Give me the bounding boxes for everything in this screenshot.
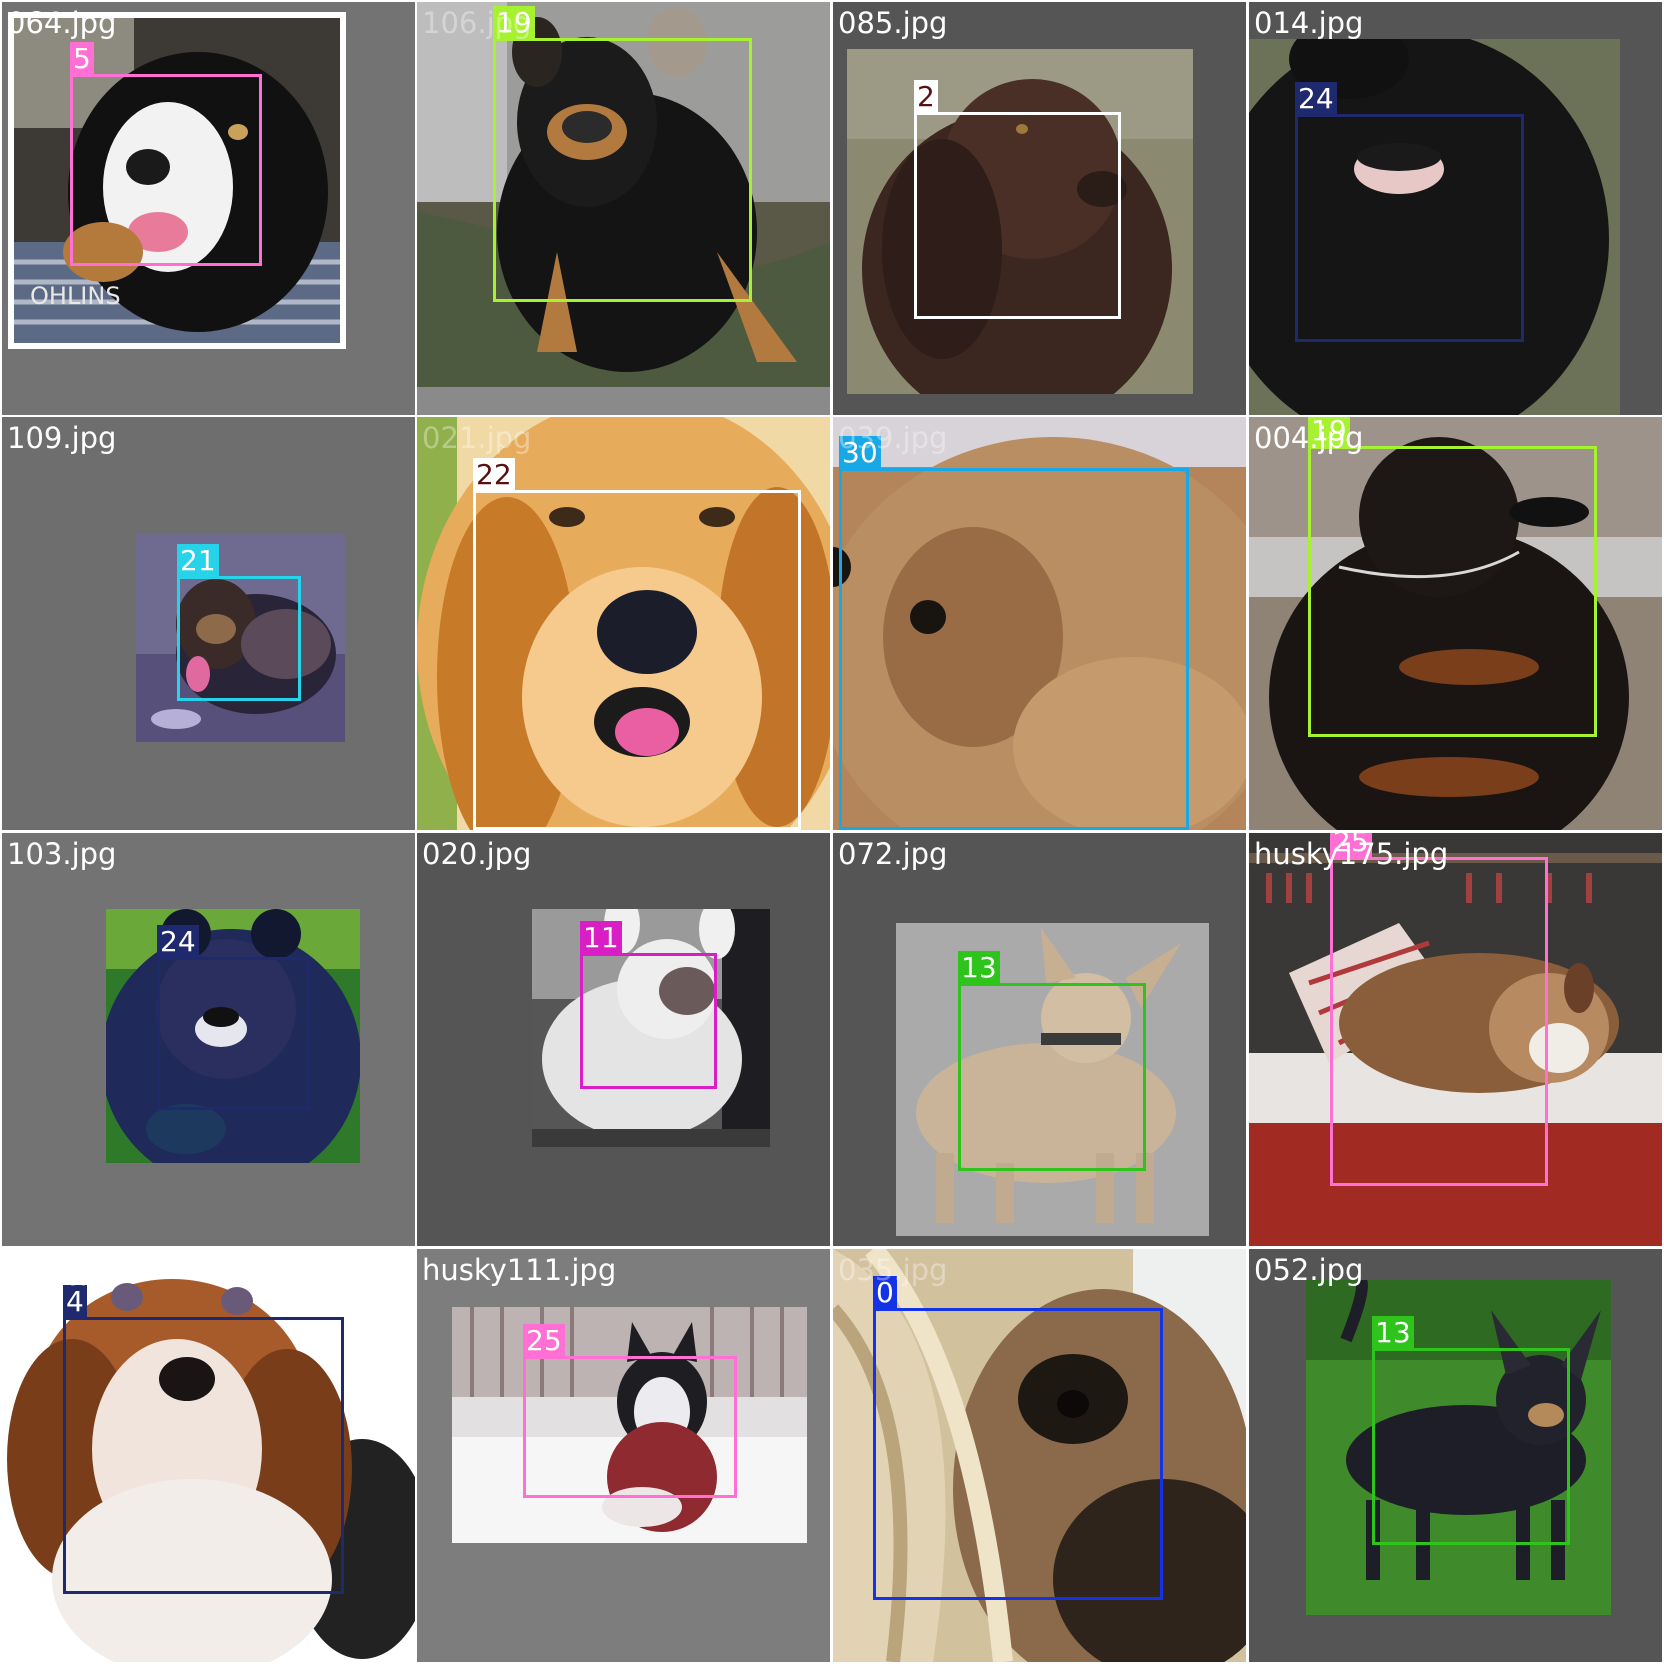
tile-109: 21 109.jpg: [2, 417, 415, 830]
class-label: 25: [1330, 833, 1372, 859]
filename-label: 085.jpg: [838, 6, 948, 40]
filename-label: 072.jpg: [838, 837, 948, 871]
detection-box: [523, 1356, 737, 1498]
class-label: 2: [914, 80, 938, 114]
filename-label: 014.jpg: [1254, 6, 1364, 40]
detection-box: [1295, 114, 1524, 342]
class-label: 25: [523, 1324, 565, 1358]
detection-box: [580, 953, 717, 1089]
tile-035: 0 035.jpg: [833, 1249, 1246, 1662]
svg-text:OHLINS: OHLINS: [30, 282, 121, 310]
class-label: 24: [1295, 82, 1337, 116]
detection-box: [1372, 1348, 1570, 1545]
filename-label: 103.jpg: [7, 837, 117, 871]
class-label: 24: [157, 925, 199, 959]
tile-040: 4 040.jpg: [2, 1249, 415, 1662]
class-label: 4: [63, 1285, 87, 1319]
detection-box: [493, 38, 752, 302]
tile-004: 19 004.jpg: [1249, 417, 1662, 830]
detection-box: [914, 112, 1121, 319]
detection-box: [177, 576, 301, 701]
detection-box: [63, 1317, 344, 1594]
detection-box: [839, 468, 1189, 830]
filename-label: husky111.jpg: [422, 1253, 617, 1287]
class-label: 30: [839, 436, 881, 470]
class-label: 13: [1372, 1316, 1414, 1350]
tile-064: OHLINS 5 064.jpg: [2, 2, 415, 415]
class-label: 13: [958, 951, 1000, 985]
detection-box: [1330, 857, 1548, 1186]
tile-103: 24 103.jpg: [2, 833, 415, 1246]
detection-box: [958, 983, 1146, 1171]
class-label: 0: [873, 1276, 897, 1310]
tile-052: 13 052.jpg: [1249, 1249, 1662, 1662]
detection-box: [70, 74, 262, 266]
tile-020: 11 020.jpg: [417, 833, 830, 1246]
tile-072: 13 072.jpg: [833, 833, 1246, 1246]
tile-085: 2 085.jpg: [833, 2, 1246, 415]
detection-box: [1308, 446, 1597, 737]
filename-label: 020.jpg: [422, 837, 532, 871]
tile-014: 24 014.jpg: [1249, 2, 1662, 415]
class-label: 5: [70, 42, 94, 76]
tile-106: 19 106.jpg: [417, 2, 830, 415]
detection-box: [873, 1308, 1163, 1600]
tile-husky175: 25 husky175.jpg: [1249, 833, 1662, 1246]
detection-box: [473, 490, 801, 830]
filename-label: 109.jpg: [7, 421, 117, 455]
detection-box: [157, 957, 310, 1110]
tile-husky111: 25 husky111.jpg: [417, 1249, 830, 1662]
detection-mosaic: OHLINS 5 064.jpg 19 106.jpg 2 085.jpg 24…: [0, 0, 1664, 1664]
class-label: 19: [493, 6, 535, 40]
class-label: 19: [1308, 417, 1350, 448]
class-label: 11: [580, 921, 622, 955]
class-label: 22: [473, 458, 515, 492]
tile-021: 22 021.jpg: [417, 417, 830, 830]
tile-039: 30 039.jpg: [833, 417, 1246, 830]
class-label: 21: [177, 544, 219, 578]
